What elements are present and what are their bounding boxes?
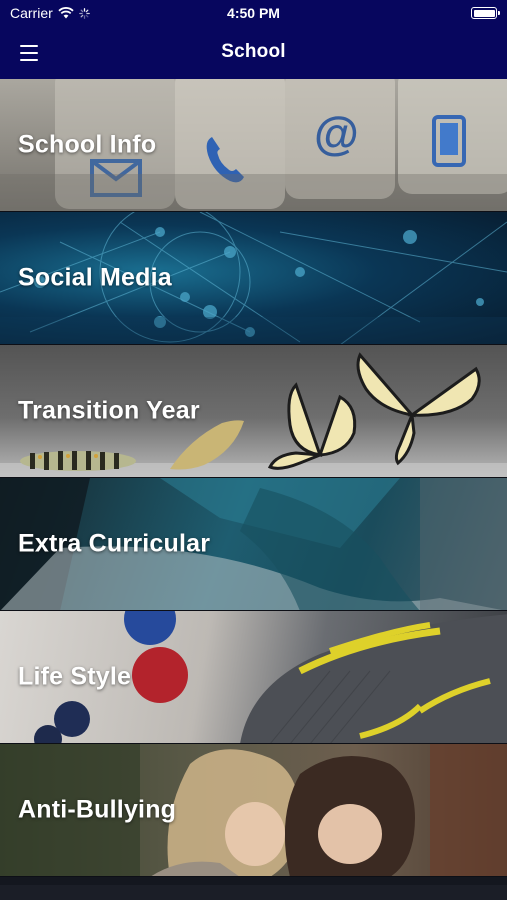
sneaker-icon — [240, 614, 507, 743]
menu-item-transition-year[interactable]: Transition Year — [0, 345, 507, 478]
nav-bar: School — [0, 28, 507, 79]
menu-item-label: Social Media — [18, 263, 172, 292]
menu-item-label: Anti-Bullying — [18, 795, 177, 824]
menu-list: @ School Info Social Media Transition Ye… — [0, 79, 507, 885]
at-sign-icon: @ — [314, 107, 359, 159]
menu-item-label: Extra Curricular — [18, 529, 211, 558]
butterfly-icon — [356, 352, 481, 466]
battery-icon — [471, 7, 500, 19]
caterpillar-icon — [20, 451, 136, 471]
menu-item-social-media[interactable]: Social Media — [0, 212, 507, 345]
menu-item-school-info[interactable]: @ School Info — [0, 79, 507, 212]
menu-item-anti-bullying[interactable]: Anti-Bullying — [0, 744, 507, 877]
raspberry-icon — [132, 647, 188, 703]
status-time: 4:50 PM — [227, 5, 280, 21]
bottom-bar — [0, 885, 507, 900]
chrysalis-icon — [170, 420, 244, 470]
berry-icon — [124, 611, 176, 645]
menu-item-label: Life Style — [18, 662, 132, 691]
status-bar: Carrier 4:50 PM — [0, 0, 507, 28]
menu-item-life-style[interactable]: Life Style — [0, 611, 507, 744]
page-title: School — [221, 41, 286, 62]
menu-item-extra-curricular[interactable]: Extra Curricular — [0, 478, 507, 611]
menu-item-label: Transition Year — [18, 396, 200, 425]
battery-level — [473, 9, 495, 17]
butterfly-icon — [267, 382, 357, 470]
menu-item-label: School Info — [18, 130, 157, 159]
